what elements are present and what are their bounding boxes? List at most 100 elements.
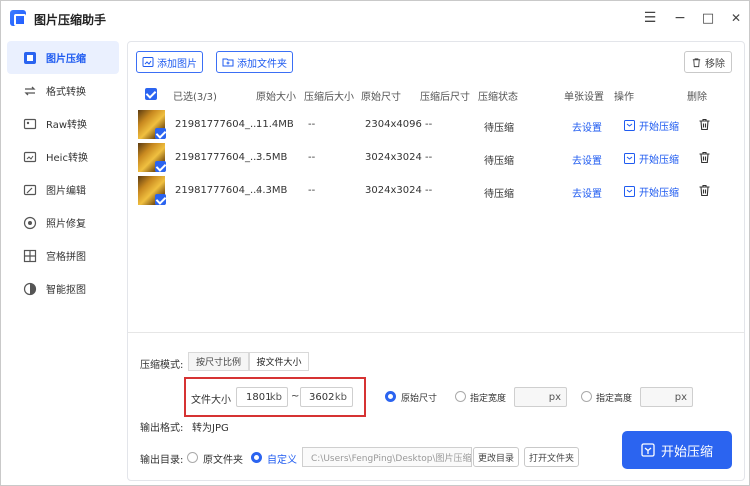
menu-icon[interactable]: ☰ xyxy=(641,9,659,27)
min-filesize-input[interactable]: 1801 kb xyxy=(236,387,288,407)
start-compress-label: 开始压缩 xyxy=(639,155,679,166)
file-name: 21981777604_... xyxy=(175,185,260,196)
add-image-button[interactable]: 添加图片 xyxy=(136,51,203,73)
compress-icon xyxy=(23,51,37,65)
original-dimensions: 3024x3024 xyxy=(365,185,422,196)
original-dimensions-option: 原始尺寸 xyxy=(401,394,438,404)
header-original-size: 原始大小 xyxy=(256,92,296,103)
sidebar-item-photo-repair[interactable]: 照片修复 xyxy=(7,206,119,239)
sidebar-item-label: 图片压缩 xyxy=(46,54,86,65)
close-button[interactable]: ✕ xyxy=(727,9,745,27)
header-compressed-dimensions: 压缩后尺寸 xyxy=(420,92,470,103)
start-compress-button-label: 开始压缩 xyxy=(660,444,713,460)
maximize-button[interactable]: □ xyxy=(699,9,717,27)
kb-unit: kb xyxy=(334,392,347,403)
sidebar-item-label: Raw转换 xyxy=(46,120,88,131)
start-compress-link[interactable]: 开始压缩 xyxy=(624,118,679,133)
range-separator: ~ xyxy=(291,391,300,402)
original-size: 4.3MB xyxy=(256,185,288,196)
image-thumbnail xyxy=(138,110,166,139)
original-folder-radio[interactable] xyxy=(187,452,198,463)
px-unit: px xyxy=(674,392,687,403)
minimize-button[interactable]: − xyxy=(671,9,689,27)
status: 待压缩 xyxy=(484,156,514,167)
start-compress-label: 开始压缩 xyxy=(639,122,679,133)
sidebar: 图片压缩 格式转换 Raw转换 Heic转换 图片编辑 照片修复 宫格拼图 智能… xyxy=(1,41,125,305)
select-all-checkbox[interactable] xyxy=(145,88,157,100)
original-dimensions-radio[interactable] xyxy=(385,391,396,402)
tab-by-filesize[interactable]: 按文件大小 xyxy=(249,352,309,371)
sidebar-item-format-convert[interactable]: 格式转换 xyxy=(7,74,119,107)
start-compress-link[interactable]: 开始压缩 xyxy=(624,151,679,166)
sidebar-item-raw-convert[interactable]: Raw转换 xyxy=(7,107,119,140)
row-checkbox[interactable] xyxy=(155,161,166,172)
add-folder-icon xyxy=(222,58,234,67)
title-bar: 图片压缩助手 ☰ − □ ✕ xyxy=(1,1,749,35)
change-dir-button[interactable]: 更改目录 xyxy=(473,447,520,467)
table-row[interactable]: 21981777604_... 3.5MB -- 3024x3024 -- 待压… xyxy=(128,142,744,175)
row-checkbox[interactable] xyxy=(155,194,166,205)
remove-button[interactable]: 移除 xyxy=(684,51,732,73)
app-logo-icon xyxy=(10,10,26,26)
delete-row-icon[interactable] xyxy=(698,151,711,167)
divider xyxy=(128,332,744,333)
trash-icon xyxy=(692,57,701,67)
specify-width-radio[interactable] xyxy=(455,391,466,402)
custom-folder-option: 自定义 xyxy=(267,455,297,466)
max-filesize-input[interactable]: 3602 kb xyxy=(300,387,353,407)
heic-icon xyxy=(23,150,37,164)
start-compress-link[interactable]: 开始压缩 xyxy=(624,184,679,199)
header-single-settings: 单张设置 xyxy=(564,92,604,103)
compress-start-icon xyxy=(641,443,655,457)
output-path-input[interactable]: C:\Users\FengPing\Desktop\图片压缩 xyxy=(302,447,472,467)
compressed-size: -- xyxy=(308,185,316,196)
compressed-size: -- xyxy=(308,119,316,130)
compress-small-icon xyxy=(624,186,635,197)
specify-height-option: 指定高度 xyxy=(596,394,633,404)
sidebar-item-label: 智能抠图 xyxy=(46,285,86,296)
compressed-size: -- xyxy=(308,152,316,163)
format-icon xyxy=(23,84,37,98)
width-input[interactable]: px xyxy=(514,387,567,407)
compress-mode-label: 压缩模式: xyxy=(140,360,184,371)
height-input[interactable]: px xyxy=(640,387,693,407)
open-folder-button[interactable]: 打开文件夹 xyxy=(524,447,580,467)
compressed-dimensions: -- xyxy=(425,119,433,130)
original-folder-option: 原文件夹 xyxy=(203,455,243,466)
row-checkbox[interactable] xyxy=(155,128,166,139)
file-name: 21981777604_... xyxy=(175,152,260,163)
filesize-label: 文件大小 xyxy=(191,395,231,406)
custom-folder-radio[interactable] xyxy=(251,452,262,463)
compressed-dimensions: -- xyxy=(425,185,433,196)
output-format-value[interactable]: 转为JPG xyxy=(192,419,229,434)
delete-row-icon[interactable] xyxy=(698,118,711,134)
px-unit: px xyxy=(548,392,561,403)
start-compress-button[interactable]: 开始压缩 xyxy=(622,431,732,469)
output-format-label: 输出格式: xyxy=(140,423,184,434)
sidebar-item-heic-convert[interactable]: Heic转换 xyxy=(7,140,119,173)
file-name: 21981777604_... xyxy=(175,119,260,130)
tab-by-ratio[interactable]: 按尺寸比例 xyxy=(188,352,249,371)
sidebar-item-image-compress[interactable]: 图片压缩 xyxy=(7,41,119,74)
add-folder-button[interactable]: 添加文件夹 xyxy=(216,51,293,73)
output-dir-label: 输出目录: xyxy=(140,455,184,466)
sidebar-item-grid-collage[interactable]: 宫格拼图 xyxy=(7,239,119,272)
kb-unit: kb xyxy=(269,392,282,403)
start-compress-label: 开始压缩 xyxy=(639,188,679,199)
raw-icon xyxy=(23,117,37,131)
add-image-label: 添加图片 xyxy=(157,58,197,70)
settings-link[interactable]: 去设置 xyxy=(572,185,602,200)
specify-width-option: 指定宽度 xyxy=(470,394,507,404)
settings-link[interactable]: 去设置 xyxy=(572,152,602,167)
sidebar-item-label: 格式转换 xyxy=(46,87,86,98)
sidebar-item-smart-cutout[interactable]: 智能抠图 xyxy=(7,272,119,305)
settings-link[interactable]: 去设置 xyxy=(572,119,602,134)
remove-label: 移除 xyxy=(705,58,725,70)
table-row[interactable]: 21981777604_... 4.3MB -- 3024x3024 -- 待压… xyxy=(128,175,744,208)
sidebar-item-image-edit[interactable]: 图片编辑 xyxy=(7,173,119,206)
table-row[interactable]: 21981777604_... 11.4MB -- 2304x4096 -- 待… xyxy=(128,109,744,142)
delete-row-icon[interactable] xyxy=(698,184,711,200)
specify-height-radio[interactable] xyxy=(581,391,592,402)
repair-icon xyxy=(23,216,37,230)
status: 待压缩 xyxy=(484,189,514,200)
